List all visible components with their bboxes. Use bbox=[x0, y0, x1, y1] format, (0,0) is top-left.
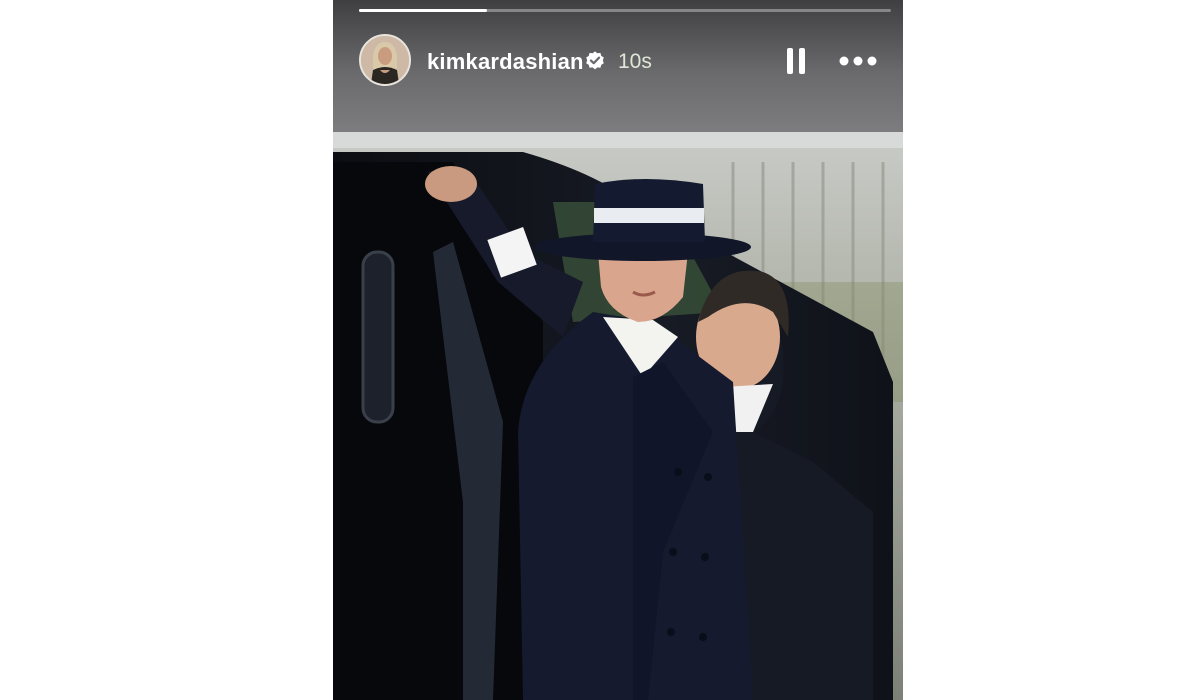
pause-button[interactable] bbox=[781, 44, 811, 78]
story-progress-bar bbox=[359, 9, 891, 12]
photo-top-edge bbox=[333, 132, 903, 148]
story-progress-fill bbox=[359, 9, 487, 12]
verified-badge-icon bbox=[586, 51, 604, 70]
pause-icon bbox=[787, 48, 805, 74]
profile-avatar[interactable] bbox=[359, 34, 411, 86]
story-viewer[interactable]: kimkardashian 10s bbox=[333, 0, 903, 700]
story-timestamp: 10s bbox=[618, 50, 652, 73]
more-options-button[interactable] bbox=[835, 44, 881, 78]
more-options-icon bbox=[839, 56, 877, 66]
story-photo bbox=[333, 132, 903, 700]
profile-photo-icon bbox=[361, 36, 409, 84]
story-username[interactable]: kimkardashian bbox=[427, 49, 584, 75]
story-header: kimkardashian 10s bbox=[333, 0, 903, 132]
